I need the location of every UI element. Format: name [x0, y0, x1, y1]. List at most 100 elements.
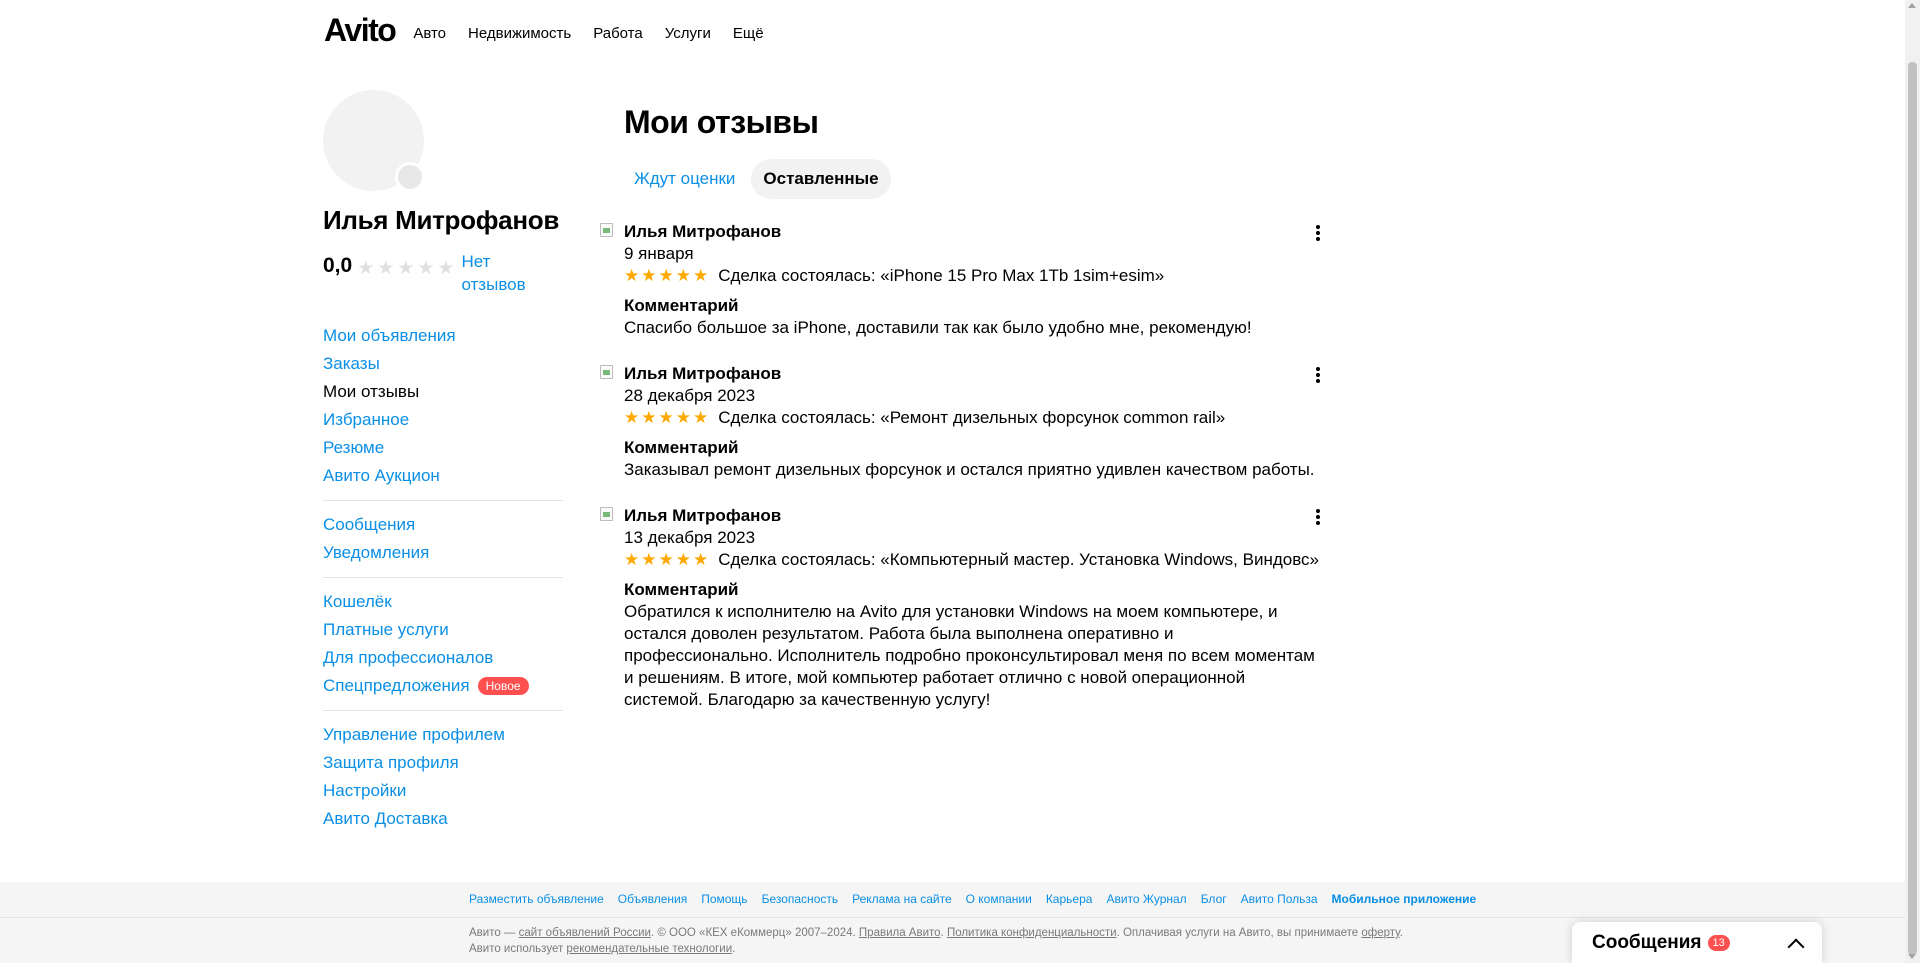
- sidebar-item-for-professionals[interactable]: Для профессионалов: [323, 644, 563, 672]
- sidebar-item-orders[interactable]: Заказы: [323, 350, 563, 378]
- messenger-title: Сообщения: [1592, 931, 1702, 953]
- sidebar-item-favorites[interactable]: Избранное: [323, 406, 563, 434]
- footer-link-help[interactable]: Помощь: [701, 892, 747, 906]
- nav-item-jobs[interactable]: Работа: [593, 25, 643, 42]
- sidebar-item-settings[interactable]: Настройки: [323, 777, 563, 805]
- review-deal: ★★★★★ Сделка состоялась: «iPhone 15 Pro …: [624, 265, 1324, 287]
- top-nav: Авто Недвижимость Работа Услуги Ещё: [413, 25, 763, 42]
- sidebar-item-paid-services[interactable]: Платные услуги: [323, 616, 563, 644]
- comment-text: Обратился к исполнителю на Avito для уст…: [624, 602, 1315, 709]
- sidebar-item-profile-protection[interactable]: Защита профиля: [323, 749, 563, 777]
- star-empty-icon: ★: [397, 258, 415, 279]
- legal-text: .: [732, 943, 736, 955]
- sidebar-item-my-reviews[interactable]: Мои отзывы: [323, 378, 563, 406]
- chevron-up-icon[interactable]: [1787, 938, 1805, 955]
- more-options-icon[interactable]: [1312, 365, 1324, 385]
- footer-links: Разместить объявление Объявления Помощь …: [469, 892, 1476, 906]
- footer-link-safety[interactable]: Безопасность: [762, 892, 839, 906]
- star-empty-icon: ★: [357, 258, 375, 279]
- review-deal-text: Сделка состоялась: «iPhone 15 Pro Max 1T…: [718, 266, 1165, 285]
- messenger-widget[interactable]: Сообщения 13: [1572, 922, 1822, 963]
- broken-image-icon: [600, 223, 616, 239]
- review-date: 13 декабря 2023: [624, 528, 756, 547]
- review-author: Илья Митрофанов: [624, 222, 782, 241]
- nav-item-more[interactable]: Ещё: [733, 25, 764, 42]
- legal-link-rules[interactable]: Правила Авито: [859, 927, 941, 939]
- legal-link-recommendations[interactable]: рекомендательные технологии: [566, 943, 732, 955]
- sidebar-item-delivery[interactable]: Авито Доставка: [323, 805, 563, 833]
- footer-legal: Авито — сайт объявлений России. © ООО «К…: [469, 925, 1419, 957]
- footer-link-blog[interactable]: Блог: [1201, 892, 1227, 906]
- profile-name: Илья Митрофанов: [323, 205, 560, 235]
- footer-divider: [0, 917, 1905, 918]
- menu-group-main: Мои объявления Заказы Мои отзывы Избранн…: [323, 308, 563, 500]
- legal-link-privacy[interactable]: Политика конфиденциальности: [947, 927, 1117, 939]
- footer-link-mobile-app[interactable]: Мобильное приложение: [1332, 892, 1477, 906]
- footer-link-benefit[interactable]: Авито Польза: [1241, 892, 1318, 906]
- more-options-icon[interactable]: [1312, 507, 1324, 527]
- sidebar-item-my-ads[interactable]: Мои объявления: [323, 322, 563, 350]
- review-card: Илья Митрофанов 28 декабря 2023 ★★★★★ Сд…: [600, 363, 1324, 481]
- footer-link-journal[interactable]: Авито Журнал: [1106, 892, 1186, 906]
- star-empty-icon: ★: [437, 258, 455, 279]
- sidebar-item-resume[interactable]: Резюме: [323, 434, 563, 462]
- comment-text: Спасибо большое за iPhone, доставили так…: [624, 318, 1252, 337]
- nav-item-realty[interactable]: Недвижимость: [468, 25, 571, 42]
- comment-label: Комментарий: [624, 296, 739, 315]
- review-author: Илья Митрофанов: [624, 364, 782, 383]
- review-stars-icon: ★★★★★: [624, 266, 711, 285]
- broken-image-icon: [600, 507, 616, 523]
- footer-link-about[interactable]: О компании: [966, 892, 1032, 906]
- footer-link-ads[interactable]: Объявления: [618, 892, 687, 906]
- review-stars-icon: ★★★★★: [624, 408, 711, 427]
- new-badge: Новое: [477, 677, 529, 695]
- sidebar-item-label: Спецпредложения: [323, 676, 470, 695]
- sidebar-item-wallet[interactable]: Кошелёк: [323, 588, 563, 616]
- tab-awaiting-rating[interactable]: Ждут оценки: [622, 159, 747, 199]
- broken-image-icon: [600, 365, 616, 381]
- no-reviews-link[interactable]: Нет отзывов: [461, 250, 531, 296]
- profile-sidebar: Илья Митрофанов 0,0 ★ ★ ★ ★ ★ Нет отзыво…: [323, 90, 563, 843]
- legal-text: Авито —: [469, 927, 519, 939]
- legal-link-offer[interactable]: оферту: [1361, 927, 1399, 939]
- menu-group-communication: Сообщения Уведомления: [323, 500, 563, 577]
- scrollbar-thumb[interactable]: [1908, 62, 1917, 955]
- comment-label: Комментарий: [624, 580, 739, 599]
- page-title: Мои отзывы: [624, 104, 819, 140]
- review-card: Илья Митрофанов 9 января ★★★★★ Сделка со…: [600, 221, 1324, 339]
- review-author: Илья Митрофанов: [624, 506, 782, 525]
- top-header: Avito Авто Недвижимость Работа Услуги Ещ…: [324, 0, 764, 60]
- sidebar-item-special-offers[interactable]: Спецпредложения Новое: [323, 672, 563, 700]
- legal-text: . © ООО «КЕХ eКоммерц» 2007–2024.: [650, 927, 859, 939]
- footer-link-advertising[interactable]: Реклама на сайте: [852, 892, 952, 906]
- sidebar-item-notifications[interactable]: Уведомления: [323, 539, 563, 567]
- scroll-up-icon[interactable]: [1908, 3, 1916, 8]
- more-options-icon[interactable]: [1312, 223, 1324, 243]
- sidebar-item-messages[interactable]: Сообщения: [323, 511, 563, 539]
- main-content: Мои отзывы Ждут оценки Оставленные Илья …: [600, 104, 1324, 711]
- avatar[interactable]: [323, 90, 425, 192]
- menu-group-settings: Управление профилем Защита профиля Настр…: [323, 710, 563, 843]
- tab-left-reviews[interactable]: Оставленные: [751, 159, 891, 199]
- review-date: 9 января: [624, 244, 694, 263]
- messenger-unread-badge: 13: [1707, 934, 1730, 951]
- legal-link-site[interactable]: сайт объявлений России: [519, 927, 651, 939]
- review-card: Илья Митрофанов 13 декабря 2023 ★★★★★ Сд…: [600, 505, 1324, 711]
- nav-item-services[interactable]: Услуги: [665, 25, 711, 42]
- sidebar-item-auction[interactable]: Авито Аукцион: [323, 462, 563, 490]
- review-date: 28 декабря 2023: [624, 386, 756, 405]
- review-stars-icon: ★★★★★: [624, 550, 711, 569]
- avatar-edit-icon[interactable]: [395, 162, 425, 192]
- avito-logo[interactable]: Avito: [324, 14, 397, 46]
- rating-stars: ★ ★ ★ ★ ★: [357, 257, 454, 280]
- sidebar-item-profile-management[interactable]: Управление профилем: [323, 721, 563, 749]
- nav-item-auto[interactable]: Авто: [413, 25, 446, 42]
- rating-row: 0,0 ★ ★ ★ ★ ★ Нет отзывов: [323, 250, 563, 296]
- scroll-down-icon[interactable]: [1908, 954, 1916, 959]
- menu-group-finance: Кошелёк Платные услуги Для профессионало…: [323, 577, 563, 710]
- footer-link-post-ad[interactable]: Разместить объявление: [469, 892, 604, 906]
- page-scrollbar[interactable]: [1905, 0, 1920, 963]
- footer-link-careers[interactable]: Карьера: [1046, 892, 1093, 906]
- review-deal-text: Сделка состоялась: «Ремонт дизельных фор…: [718, 408, 1226, 427]
- legal-text: . Оплачивая услуги на Авито, вы принимае…: [1116, 927, 1362, 939]
